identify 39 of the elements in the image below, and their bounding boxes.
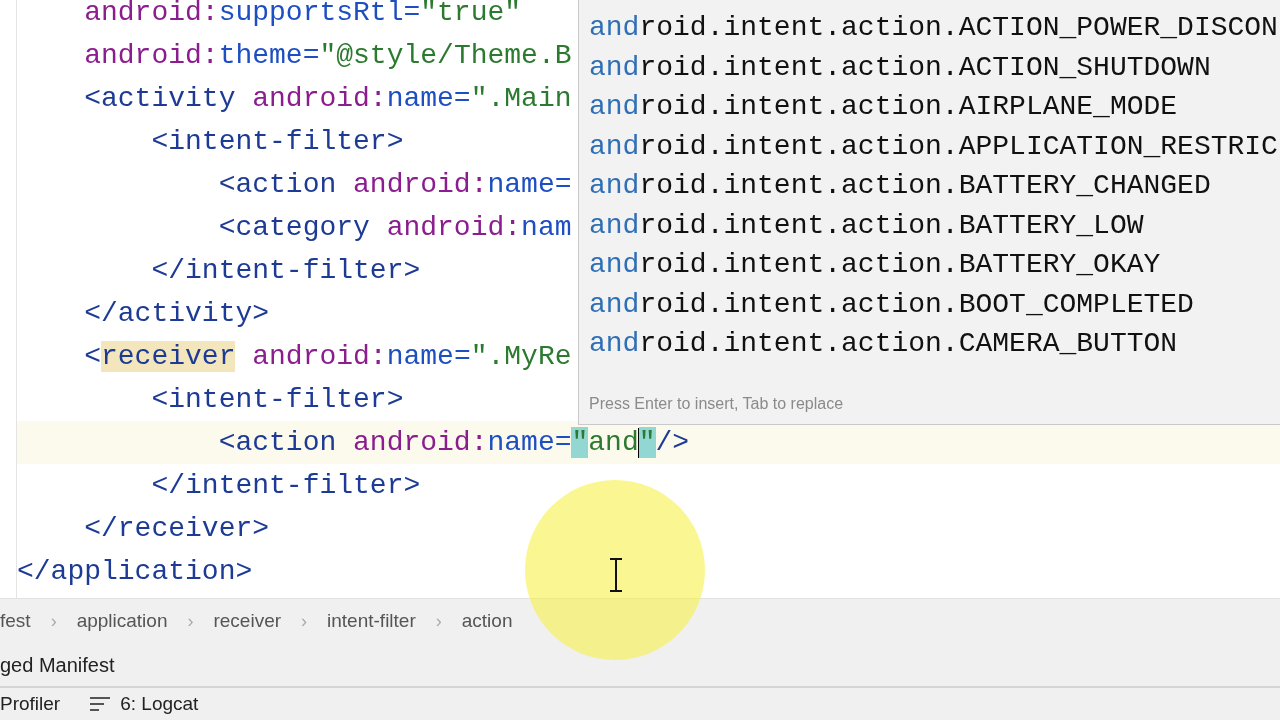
breadcrumb-separator: › bbox=[49, 610, 58, 633]
code-line: </intent-filter> bbox=[150, 254, 421, 288]
code-line: <activity android:name=".Main bbox=[83, 82, 572, 116]
completion-item[interactable]: and roid.intent.action.BOOT_COMPLETED bbox=[579, 284, 1280, 324]
code-line: </receiver> bbox=[83, 512, 270, 546]
breadcrumb-separator: › bbox=[186, 610, 195, 633]
list-icon bbox=[90, 697, 111, 711]
code-line: android:theme="@style/Theme.B bbox=[83, 39, 572, 73]
breadcrumb-item[interactable]: action bbox=[461, 607, 513, 636]
completion-item[interactable]: and roid.intent.action.ACTION_SHUTDOWN bbox=[579, 47, 1280, 87]
code-line: <intent-filter> bbox=[150, 383, 404, 417]
code-line: <action android:name= bbox=[217, 168, 572, 202]
completion-item[interactable]: and roid.intent.action.AIRPLANE_MODE bbox=[579, 87, 1280, 127]
text-caret bbox=[637, 427, 640, 458]
completion-item[interactable]: and roid.intent.action.ACTION_POWER_DISCON bbox=[579, 8, 1280, 48]
code-line: </activity> bbox=[83, 297, 270, 331]
code-line: </application> bbox=[17, 555, 253, 589]
breadcrumb-item[interactable]: intent-filter bbox=[327, 607, 416, 636]
breadcrumb-item[interactable]: application bbox=[76, 607, 168, 636]
code-line: <action android:name="and"/> bbox=[217, 426, 690, 460]
code-line: <category android:nam bbox=[217, 211, 572, 245]
completion-item[interactable]: and roid.intent.action.CAMERA_BUTTON bbox=[579, 324, 1280, 364]
completion-item[interactable]: and roid.intent.action.BATTERY_CHANGED bbox=[579, 166, 1280, 206]
tool-window-button[interactable]: 6: Logcat bbox=[90, 693, 199, 715]
completion-item[interactable]: and roid.intent.action.BATTERY_OKAY bbox=[579, 245, 1280, 285]
breadcrumb-item[interactable]: receiver bbox=[213, 607, 282, 636]
tool-window-button[interactable]: Profiler bbox=[0, 693, 61, 715]
code-line: android:supportsRtl="true" bbox=[83, 0, 522, 30]
breadcrumb-separator: › bbox=[434, 610, 443, 633]
code-line: <receiver android:name=".MyRe bbox=[83, 340, 572, 374]
completion-item[interactable]: and roid.intent.action.APPLICATION_RESTRIC bbox=[579, 126, 1280, 166]
completion-item[interactable]: and roid.intent.action.BATTERY_LOW bbox=[579, 205, 1280, 245]
text-cursor-icon bbox=[609, 558, 623, 592]
code-line: </intent-filter> bbox=[150, 469, 421, 503]
completion-hint: Press Enter to insert, Tab to replace bbox=[589, 393, 844, 414]
breadcrumb-item[interactable]: fest bbox=[0, 607, 31, 636]
editor-tab[interactable]: ged Manifest bbox=[0, 650, 115, 680]
code-line: <intent-filter> bbox=[150, 125, 404, 159]
breadcrumb-separator: › bbox=[300, 610, 309, 633]
